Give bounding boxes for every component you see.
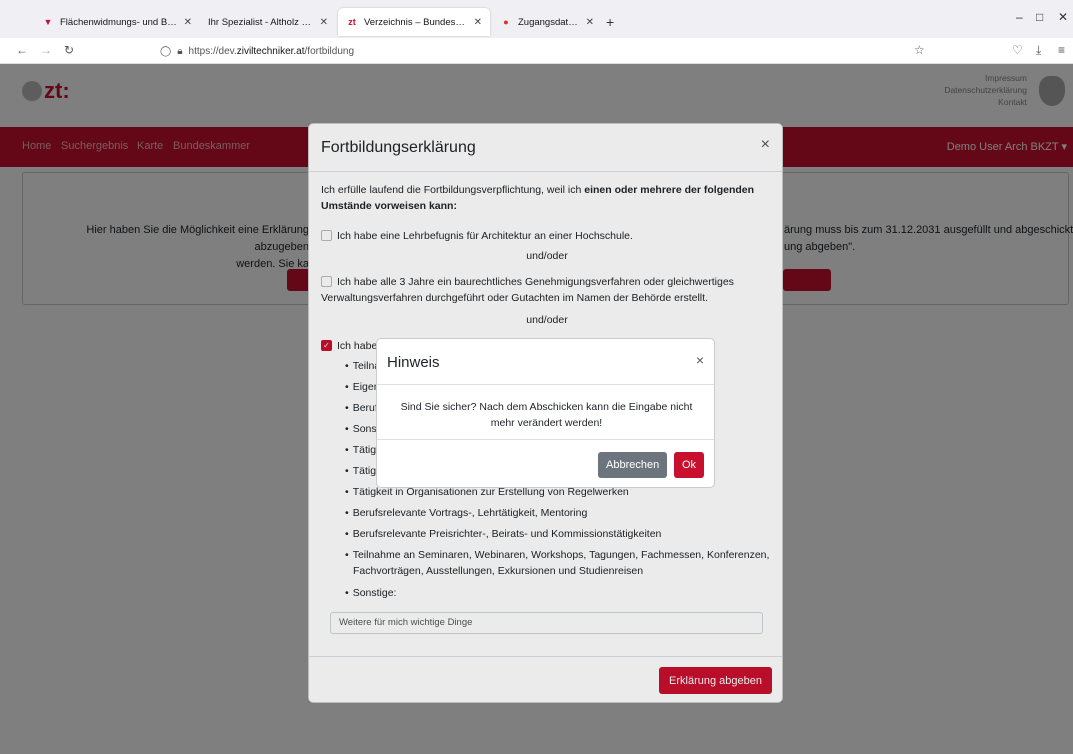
reload-icon[interactable]: ↻ — [64, 43, 74, 57]
new-tab-icon[interactable]: + — [606, 14, 614, 30]
confirm-message-line2: mehr verändert werden! — [490, 417, 603, 429]
close-icon[interactable]: ✕ — [184, 17, 192, 28]
close-icon[interactable]: × — [696, 352, 704, 368]
tab-title: Flächenwidmungs- und Bebau — [60, 16, 178, 28]
confirm-title: Hinweis — [387, 354, 440, 371]
tab-title: Verzeichnis – Bundeskammer d — [364, 16, 468, 28]
browser-tab-4[interactable]: ● Zugangsdaten und Passwörter ✕ — [492, 8, 602, 36]
confirm-message: Sind Sie sicher? Nach dem Abschicken kan… — [387, 399, 706, 431]
maximize-icon[interactable]: □ — [1036, 10, 1043, 24]
browser-navbar: ← → ↻ ◯ 🔒︎ https://dev. ziviltechniker.at… — [0, 38, 1073, 64]
close-icon[interactable]: ✕ — [586, 17, 594, 28]
confirm-message-line1: Sind Sie sicher? Nach dem Abschicken kan… — [400, 401, 693, 413]
back-icon[interactable]: ← — [16, 43, 28, 57]
browser-tab-2[interactable]: Ihr Spezialist - Altholz und Antiq ✕ — [200, 8, 336, 36]
tab-favicon-icon: zt — [348, 17, 356, 27]
confirm-header: Hinweis × — [377, 339, 714, 385]
forward-icon[interactable]: → — [40, 43, 52, 57]
url-path: /fortbildung — [304, 45, 355, 57]
tab-bar: ▼ Flächenwidmungs- und Bebau ✕ Ihr Spezi… — [0, 0, 1073, 38]
pocket-icon[interactable]: ♡ — [1012, 43, 1023, 57]
confirm-dialog: Hinweis × Sind Sie sicher? Nach dem Absc… — [376, 338, 715, 488]
ok-button[interactable]: Ok — [674, 452, 705, 478]
close-icon[interactable]: ✕ — [474, 17, 482, 28]
tab-title: Zugangsdaten und Passwörter — [518, 16, 580, 28]
confirm-footer: Abbrechen Ok — [377, 439, 714, 487]
cancel-button[interactable]: Abbrechen — [598, 452, 668, 478]
menu-icon[interactable]: ≡ — [1058, 43, 1065, 57]
url-prefix: https://dev. — [188, 45, 237, 57]
url-host: ziviltechniker.at — [236, 45, 305, 57]
bookmark-star-icon[interactable]: ☆ — [914, 43, 925, 57]
shield-icon: ◯ — [160, 45, 172, 57]
browser-tab-3-active[interactable]: zt Verzeichnis – Bundeskammer d ✕ — [338, 8, 490, 36]
url-bar[interactable]: ◯ 🔒︎ https://dev. ziviltechniker.at/fortb… — [160, 41, 940, 61]
lock-icon: 🔒︎ — [177, 45, 183, 57]
tab-title: Ihr Spezialist - Altholz und Antiq — [208, 16, 314, 28]
minimize-icon[interactable]: – — [1016, 10, 1023, 24]
browser-chrome: ▼ Flächenwidmungs- und Bebau ✕ Ihr Spezi… — [0, 0, 1073, 64]
close-window-icon[interactable]: ✕ — [1058, 10, 1068, 24]
browser-tab-1[interactable]: ▼ Flächenwidmungs- und Bebau ✕ — [34, 8, 200, 36]
tab-favicon-icon: ▼ — [43, 17, 53, 27]
tab-favicon-icon: ● — [503, 17, 509, 27]
close-icon[interactable]: ✕ — [320, 17, 328, 28]
download-icon[interactable]: ⤓ — [1036, 43, 1041, 58]
